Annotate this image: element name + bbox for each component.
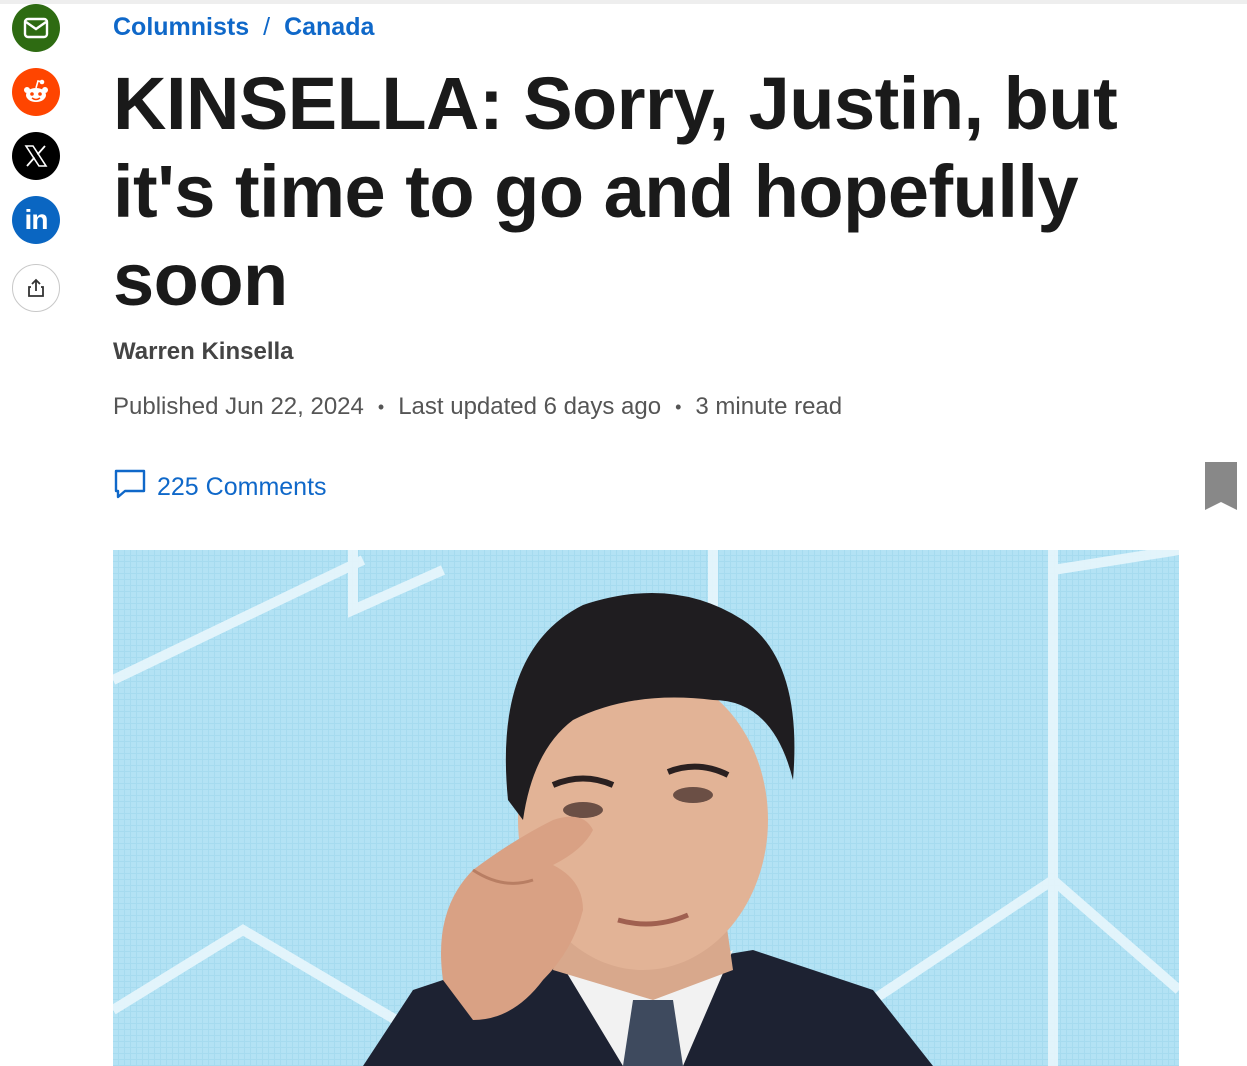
linkedin-icon: in: [24, 204, 49, 235]
page-title: KINSELLA: Sorry, Justin, but it's time t…: [113, 62, 1118, 321]
share-linkedin-button[interactable]: in: [12, 196, 60, 244]
article-meta: Published Jun 22, 2024 • Last updated 6 …: [113, 393, 842, 421]
share-icon: [27, 278, 45, 298]
breadcrumb-columnists[interactable]: Columnists: [113, 13, 249, 42]
read-time: 3 minute read: [695, 393, 843, 420]
share-email-button[interactable]: [12, 4, 60, 52]
reddit-icon: [21, 77, 51, 107]
breadcrumb: Columnists / Canada: [113, 10, 374, 44]
published-date: Published Jun 22, 2024: [113, 393, 364, 420]
author-name[interactable]: Warren Kinsella: [113, 338, 294, 366]
bookmark-icon: [1205, 462, 1237, 514]
meta-separator: •: [377, 396, 385, 417]
top-divider: [0, 0, 1247, 4]
breadcrumb-canada[interactable]: Canada: [284, 13, 374, 42]
x-logo-icon: [24, 144, 48, 168]
comments-link[interactable]: 225 Comments: [113, 468, 327, 507]
meta-separator: •: [675, 396, 682, 417]
comment-icon: [113, 468, 157, 507]
share-reddit-button[interactable]: [12, 68, 60, 116]
bookmark-button[interactable]: [1205, 462, 1237, 510]
envelope-icon: [23, 17, 49, 39]
comments-count: 225 Comments: [157, 473, 327, 501]
share-more-button[interactable]: [12, 264, 60, 312]
last-updated: Last updated 6 days ago: [398, 393, 662, 420]
breadcrumb-separator: /: [263, 12, 271, 41]
share-x-button[interactable]: [12, 132, 60, 180]
hero-image: [113, 550, 1179, 1066]
